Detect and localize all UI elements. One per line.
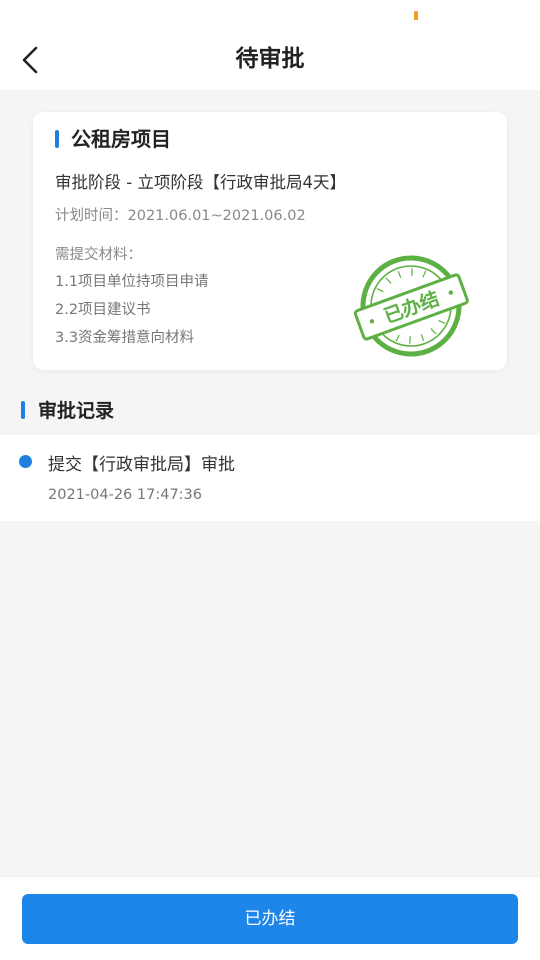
card-accent-bar	[55, 130, 59, 148]
approval-stage: 审批阶段 - 立项阶段【行政审批局4天】	[55, 173, 346, 192]
material-item: 3.3资金筹措意向材料	[55, 330, 195, 346]
completed-button[interactable]: 已办结	[22, 894, 518, 944]
record-text: 提交【行政审批局】审批	[48, 455, 235, 475]
record-timestamp: 2021-04-26 17:47:36	[48, 487, 202, 503]
materials-label: 需提交材料：	[55, 247, 142, 263]
timeline-dot-icon	[19, 455, 32, 468]
record-list-item: 提交【行政审批局】审批 2021-04-26 17:47:36	[0, 435, 540, 521]
completed-stamp-icon: 已办结	[353, 255, 469, 357]
status-bar	[0, 0, 540, 28]
section-accent-bar	[21, 401, 25, 419]
material-item: 1.1项目单位持项目申请	[55, 274, 209, 290]
material-item: 2.2项目建议书	[55, 302, 151, 318]
records-section-title: 审批记录	[38, 400, 115, 422]
status-indicator-icon	[414, 11, 418, 20]
project-title: 公租房项目	[71, 127, 171, 151]
navigation-bar: 待审批	[0, 28, 540, 90]
project-card: 公租房项目 审批阶段 - 立项阶段【行政审批局4天】 计划时间：2021.06.…	[33, 112, 507, 370]
footer-bar: 已办结	[0, 876, 540, 960]
plan-time: 计划时间：2021.06.01~2021.06.02	[55, 208, 306, 224]
page-title: 待审批	[235, 46, 305, 72]
